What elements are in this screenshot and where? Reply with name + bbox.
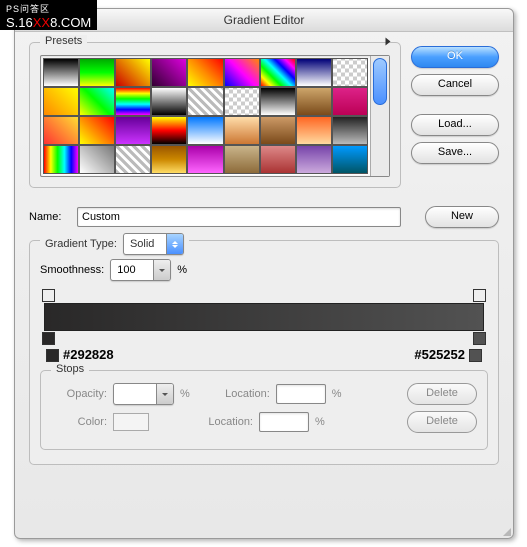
preset-swatch[interactable] — [260, 87, 296, 116]
preset-swatch[interactable] — [224, 145, 260, 174]
hex-right: #525252 — [414, 347, 465, 362]
opacity-input[interactable] — [113, 383, 174, 405]
preset-swatch[interactable] — [332, 87, 368, 116]
preset-swatch[interactable] — [187, 116, 223, 145]
gradient-bar[interactable] — [44, 303, 484, 331]
preset-scrollbar[interactable] — [370, 56, 389, 176]
preset-swatch[interactable] — [151, 58, 187, 87]
presets-legend: Presets — [40, 35, 87, 47]
chevron-down-icon — [153, 260, 170, 280]
preset-swatch[interactable] — [115, 58, 151, 87]
stops-legend: Stops — [51, 363, 89, 375]
watermark: PS问答区 S.16XX8.COM — [0, 0, 97, 30]
location-label: Location: — [214, 388, 270, 400]
color-stop-right[interactable] — [473, 332, 486, 345]
opacity-location-input[interactable] — [276, 384, 326, 404]
preset-swatch[interactable] — [43, 58, 79, 87]
gradient-editor-window: Gradient Editor Presets OK Cancel Load..… — [14, 8, 514, 539]
smoothness-label: Smoothness: — [40, 264, 104, 276]
preset-swatch[interactable] — [115, 87, 151, 116]
preset-swatch[interactable] — [332, 116, 368, 145]
preset-swatch[interactable] — [224, 87, 260, 116]
opacity-stop-right[interactable] — [473, 289, 486, 302]
smoothness-input[interactable]: 100 — [110, 259, 171, 281]
color-location-input[interactable] — [259, 412, 309, 432]
delete-color-button[interactable]: Delete — [407, 411, 477, 433]
preset-swatch[interactable] — [224, 116, 260, 145]
hex-swatch-right — [469, 349, 482, 362]
preset-swatch[interactable] — [187, 58, 223, 87]
preset-swatch[interactable] — [115, 145, 151, 174]
preset-swatch[interactable] — [151, 116, 187, 145]
preset-swatch[interactable] — [79, 87, 115, 116]
preset-swatch[interactable] — [43, 116, 79, 145]
preset-swatch[interactable] — [260, 58, 296, 87]
presets-menu-arrow-icon[interactable] — [386, 38, 391, 46]
preset-swatch[interactable] — [296, 58, 332, 87]
opacity-stop-left[interactable] — [42, 289, 55, 302]
new-button[interactable]: New — [425, 206, 499, 228]
preset-swatch[interactable] — [296, 87, 332, 116]
cancel-button[interactable]: Cancel — [411, 74, 499, 96]
preset-grid — [41, 56, 370, 176]
preset-swatch[interactable] — [187, 145, 223, 174]
color-label: Color: — [51, 416, 107, 428]
gradient-type-select[interactable]: Solid — [123, 233, 184, 255]
gradient-type-label: Gradient Type: — [45, 238, 117, 250]
preset-swatch[interactable] — [115, 116, 151, 145]
preset-swatch[interactable] — [296, 145, 332, 174]
preset-swatch[interactable] — [260, 116, 296, 145]
preset-swatch[interactable] — [151, 145, 187, 174]
preset-swatch[interactable] — [79, 116, 115, 145]
location-label: Location: — [197, 416, 253, 428]
hex-swatch-left — [46, 349, 59, 362]
preset-swatch[interactable] — [296, 116, 332, 145]
preset-swatch[interactable] — [43, 87, 79, 116]
opacity-label: Opacity: — [51, 388, 107, 400]
chevron-down-icon — [156, 384, 173, 404]
color-stop-left[interactable] — [42, 332, 55, 345]
preset-swatch[interactable] — [332, 145, 368, 174]
preset-swatch[interactable] — [260, 145, 296, 174]
scroll-thumb[interactable] — [373, 58, 387, 105]
preset-swatch[interactable] — [43, 145, 79, 174]
preset-swatch[interactable] — [79, 58, 115, 87]
preset-swatch[interactable] — [332, 58, 368, 87]
name-label: Name: — [29, 211, 69, 223]
preset-swatch[interactable] — [151, 87, 187, 116]
color-well[interactable] — [113, 413, 149, 431]
resize-handle-icon[interactable] — [499, 524, 511, 536]
preset-swatch[interactable] — [187, 87, 223, 116]
save-button[interactable]: Save... — [411, 142, 499, 164]
chevron-updown-icon — [166, 234, 183, 254]
preset-swatch[interactable] — [79, 145, 115, 174]
preset-swatch[interactable] — [224, 58, 260, 87]
load-button[interactable]: Load... — [411, 114, 499, 136]
name-input[interactable] — [77, 207, 401, 227]
ok-button[interactable]: OK — [411, 46, 499, 68]
hex-left: #292828 — [63, 347, 114, 362]
delete-opacity-button[interactable]: Delete — [407, 383, 477, 405]
